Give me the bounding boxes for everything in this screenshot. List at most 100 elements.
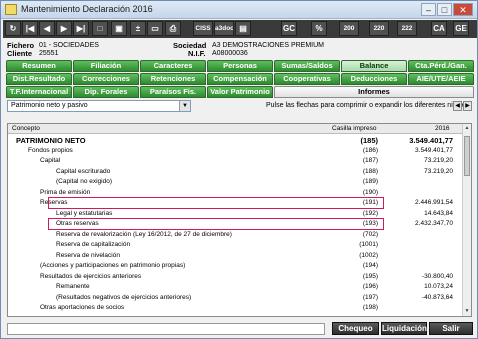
row-concepto: Capital [40,157,61,164]
highlight-box [48,218,384,230]
new-document-icon[interactable]: □ [92,21,108,36]
row-valor[interactable]: 73.219,20 [393,157,453,164]
row-valor[interactable]: -30.800,40 [393,273,453,280]
status-field [7,323,325,335]
table-row[interactable]: Fondos propios (186) 3.549.401,77 [8,146,463,157]
tab-resumen[interactable]: Resumen [6,60,72,72]
delete-icon[interactable]: ▭ [147,21,163,36]
last-record-icon[interactable]: ▶| [73,21,89,36]
table-row[interactable]: Capital escriturado (188) 73.219,20 [8,167,463,178]
row-casilla: (192) [362,209,378,217]
scroll-down-icon[interactable]: ▼ [463,307,471,316]
ca-button[interactable]: CA [431,21,447,36]
tab-sumas-saldos[interactable]: Sumas/Saldos [274,60,340,72]
header-concepto: Concepto [12,125,40,132]
a3doc-button[interactable]: a3doc [214,21,234,36]
form-220-button[interactable]: 220 [369,21,389,36]
tab-dist-resultado[interactable]: Dist.Resultado [6,73,72,85]
table-row[interactable]: (Acciones y participaciones en patrimoni… [8,261,463,272]
table-row[interactable]: Reserva de capitalización (1001) [8,240,463,251]
tab-filiaci-n[interactable]: Filiación [73,60,139,72]
gc-button[interactable]: GC [281,21,297,36]
row-valor[interactable]: 2.446.991,54 [393,199,453,206]
row-casilla: (198) [362,304,378,311]
chequeo-button[interactable]: Chequeo [332,322,379,335]
save-icon[interactable]: ▣ [111,21,127,36]
table-row[interactable]: Resultados de ejercicios anteriores (195)… [8,272,463,283]
tab-caracteres[interactable]: Caracteres [140,60,206,72]
row-valor[interactable]: 3.549.401,77 [393,136,453,145]
table-row[interactable]: Reserva de nivelación (1002) [8,251,463,262]
row-casilla: (185) [360,136,378,145]
liquidacion-button[interactable]: Liquidación [381,322,427,335]
first-record-icon[interactable]: |◀ [22,21,38,36]
row-casilla: (187) [362,157,378,164]
tab-personas[interactable]: Personas [207,60,273,72]
table-row[interactable]: Otras reservas (193) 2.432.347,70 [8,218,463,230]
table-row[interactable]: (Resultados negativos de ejercicios ante… [8,293,463,304]
table-row[interactable]: PATRIMONIO NETO (185) 3.549.401,77 [8,135,463,146]
tab-retenciones[interactable]: Retenciones [140,73,206,85]
section-selector-value: Patrimonio neto y pasivo [11,102,88,109]
title-bar: Mantenimiento Declaración 2016 – □ ✕ [1,1,477,19]
tab-valor-patrimonio[interactable]: Valor Patrimonio [207,86,273,98]
row-valor[interactable]: 73.219,20 [393,168,453,175]
table-row[interactable]: Reserva de revalorización (Ley 16/2012, … [8,230,463,241]
header-year: 2016 [435,125,450,132]
tab-cta-p-rd-gan[interactable]: Cta.Pérd./Gan. [408,60,474,72]
minimize-button[interactable]: – [421,3,436,16]
row-concepto: Reserva de revalorización (Ley 16/2012, … [56,230,232,238]
form-200-button[interactable]: 200 [339,21,359,36]
tab-deducciones[interactable]: Deducciones [341,73,407,85]
close-button[interactable]: ✕ [453,3,473,16]
row-valor[interactable]: 14.643,84 [393,210,453,217]
report-icon[interactable]: ▤ [235,21,251,36]
row-valor[interactable]: 10.073,24 [393,283,453,290]
chevron-down-icon[interactable]: ▼ [179,101,190,111]
nif-label: N.I.F. [188,49,206,58]
tab-para-sos-fis[interactable]: Paraísos Fis. [140,86,206,98]
table-row[interactable]: Reservas (191) 2.446.991,54 [8,197,463,209]
row-casilla: (194) [362,262,378,269]
row-valor[interactable]: -40.873,64 [393,294,453,301]
next-record-icon[interactable]: ▶ [56,21,72,36]
grid-scrollbar[interactable]: ▲ ▼ [462,124,471,316]
add-remove-icon[interactable]: ± [130,21,146,36]
grid-rows: PATRIMONIO NETO (185) 3.549.401,77 Fondos p… [8,135,463,314]
expand-arrow-icon[interactable]: ▶ [463,101,472,111]
row-valor[interactable]: 2.432.347,70 [393,220,453,227]
collapse-arrow-icon[interactable]: ◀ [453,101,462,111]
row-casilla: (186) [362,146,378,154]
form-222-button[interactable]: 222 [397,21,417,36]
prev-record-icon[interactable]: ◀ [39,21,55,36]
ge-button[interactable]: GE [453,21,469,36]
maximize-button[interactable]: □ [437,3,452,16]
table-row[interactable]: (Capital no exigido) (189) [8,177,463,188]
ciss-button[interactable]: CISS [193,21,213,36]
row-concepto: Capital escriturado [56,167,111,175]
table-row[interactable]: Remanente (196) 10.073,24 [8,282,463,293]
tab-correcciones[interactable]: Correcciones [73,73,139,85]
tab-dip-forales[interactable]: Dip. Forales [73,86,139,98]
tab-cooperativas[interactable]: Cooperativas [274,73,340,85]
scroll-thumb[interactable] [464,136,470,176]
table-row[interactable]: Capital (187) 73.219,20 [8,156,463,167]
row-valor[interactable]: 3.549.401,77 [393,147,453,154]
tab-row-2: Dist.Resultado Correcciones Retenciones Com… [6,73,474,85]
scroll-up-icon[interactable]: ▲ [463,124,471,133]
row-casilla: (1002) [359,251,378,259]
salir-button[interactable]: Salir [429,322,473,335]
section-selector[interactable]: Patrimonio neto y pasivo ▼ [7,100,191,112]
print-icon[interactable]: ⎙ [165,21,181,36]
tab-t-f-internacional[interactable]: T.F.Internacional [6,86,72,98]
table-row[interactable]: Otras aportaciones de socios (198) [8,303,463,314]
row-concepto: Reserva de capitalización [56,241,131,248]
calculator-icon[interactable]: % [311,21,327,36]
tab-balance[interactable]: Balance [341,60,407,72]
refresh-icon[interactable]: ↻ [5,21,21,36]
tab-informes[interactable]: Informes [274,86,474,98]
tab-aie-ute-aeie[interactable]: AIE/UTE/AEIE [408,73,474,85]
tab-row-3: T.F.Internacional Dip. Forales Paraísos Fi… [6,86,474,98]
tab-compensaci-n[interactable]: Compensación [207,73,273,85]
toolbar: ↻ |◀ ◀ ▶ ▶| □ ▣ ± ▭ ⎙ CISS a3doc ▤ GC% 200 220 222 CA GE [3,20,477,38]
